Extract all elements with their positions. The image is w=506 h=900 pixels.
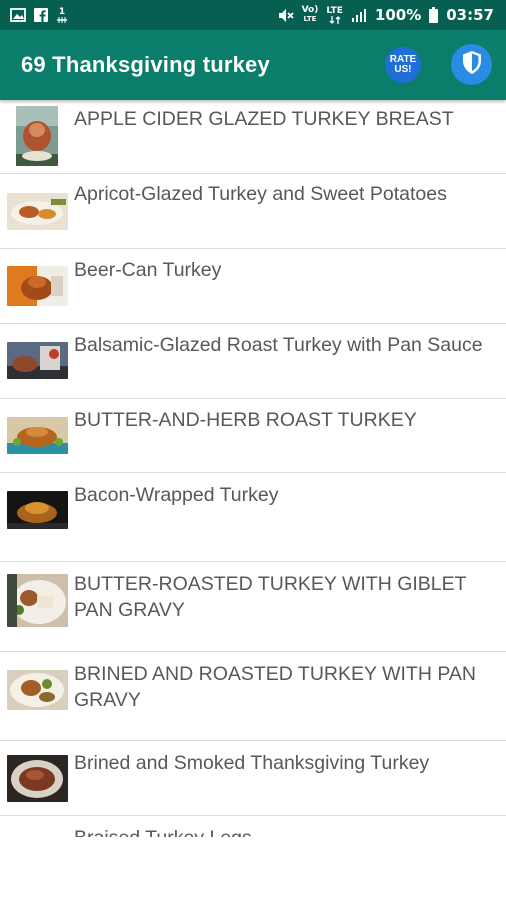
notification-count: 1: [58, 6, 66, 17]
recipe-row[interactable]: Braised Turkey Legs: [0, 816, 506, 837]
gallery-icon: [10, 8, 26, 22]
recipe-thumbnail: [7, 193, 68, 230]
shield-icon: [461, 50, 483, 79]
battery-percent: 100%: [374, 6, 422, 24]
volte-lte-label: LTE: [303, 15, 317, 23]
recipe-row[interactable]: Apricot-Glazed Turkey and Sweet Potatoes: [0, 174, 506, 249]
recipe-row[interactable]: Bacon-Wrapped Turkey: [0, 473, 506, 562]
recipe-title: Balsamic-Glazed Roast Turkey with Pan Sa…: [74, 334, 483, 356]
volte-icon: Vo) LTE: [302, 6, 319, 24]
recipe-row[interactable]: Beer-Can Turkey: [0, 249, 506, 324]
app-title: 69 Thanksgiving turkey: [21, 52, 270, 77]
recipe-thumbnail: [7, 417, 68, 454]
recipe-row[interactable]: BUTTER-ROASTED TURKEY WITH GIBLET PAN GR…: [0, 562, 506, 652]
recipe-list[interactable]: APPLE CIDER GLAZED TURKEY BREAST Apricot…: [0, 100, 506, 837]
recipe-thumbnail: [7, 342, 68, 379]
facebook-icon: [34, 8, 48, 22]
rate-us-button[interactable]: RATE US!: [385, 47, 421, 83]
recipe-title: Beer-Can Turkey: [74, 259, 222, 281]
recipe-thumbnail: [7, 266, 68, 306]
recipe-thumbnail: [7, 755, 68, 802]
mute-icon: [278, 8, 294, 23]
volte-label: Vo): [301, 5, 319, 15]
recipe-title: BUTTER-ROASTED TURKEY WITH GIBLET PAN GR…: [74, 573, 467, 621]
signal-icon: [351, 8, 367, 22]
lte-label: LTE: [326, 5, 343, 16]
recipe-thumbnail: [7, 491, 68, 529]
recipe-title: Bacon-Wrapped Turkey: [74, 484, 279, 506]
clock: 03:57: [446, 6, 494, 24]
bottom-blank-area: [0, 837, 506, 900]
status-bar: 1 Vo) LTE LTE 100% 03:57: [0, 0, 506, 30]
recipe-title: Braised Turkey Legs: [74, 825, 498, 837]
recipe-title: BUTTER-AND-HERB ROAST TURKEY: [74, 409, 417, 431]
notification-count-icon: 1: [56, 6, 68, 23]
lte-data-icon: LTE: [326, 5, 343, 24]
privacy-shield-button[interactable]: [451, 44, 492, 85]
recipe-row[interactable]: BUTTER-AND-HERB ROAST TURKEY: [0, 399, 506, 473]
recipe-title: Apricot-Glazed Turkey and Sweet Potatoes: [74, 183, 447, 205]
recipe-thumbnail: [7, 574, 68, 627]
recipe-thumbnail: [7, 670, 68, 710]
recipe-row[interactable]: Brined and Smoked Thanksgiving Turkey: [0, 741, 506, 816]
recipe-thumbnail: [16, 106, 58, 166]
recipe-row[interactable]: BRINED AND ROASTED TURKEY WITH PAN GRAVY: [0, 652, 506, 741]
rate-us-line2: US!: [394, 64, 412, 75]
recipe-title: Brined and Smoked Thanksgiving Turkey: [74, 752, 430, 774]
recipe-row[interactable]: Balsamic-Glazed Roast Turkey with Pan Sa…: [0, 324, 506, 399]
recipe-title: BRINED AND ROASTED TURKEY WITH PAN GRAVY: [74, 663, 476, 711]
battery-icon: [429, 7, 439, 23]
app-bar: 69 Thanksgiving turkey RATE US!: [0, 30, 506, 100]
recipe-title: APPLE CIDER GLAZED TURKEY BREAST: [74, 108, 454, 130]
recipe-row[interactable]: APPLE CIDER GLAZED TURKEY BREAST: [0, 100, 506, 174]
